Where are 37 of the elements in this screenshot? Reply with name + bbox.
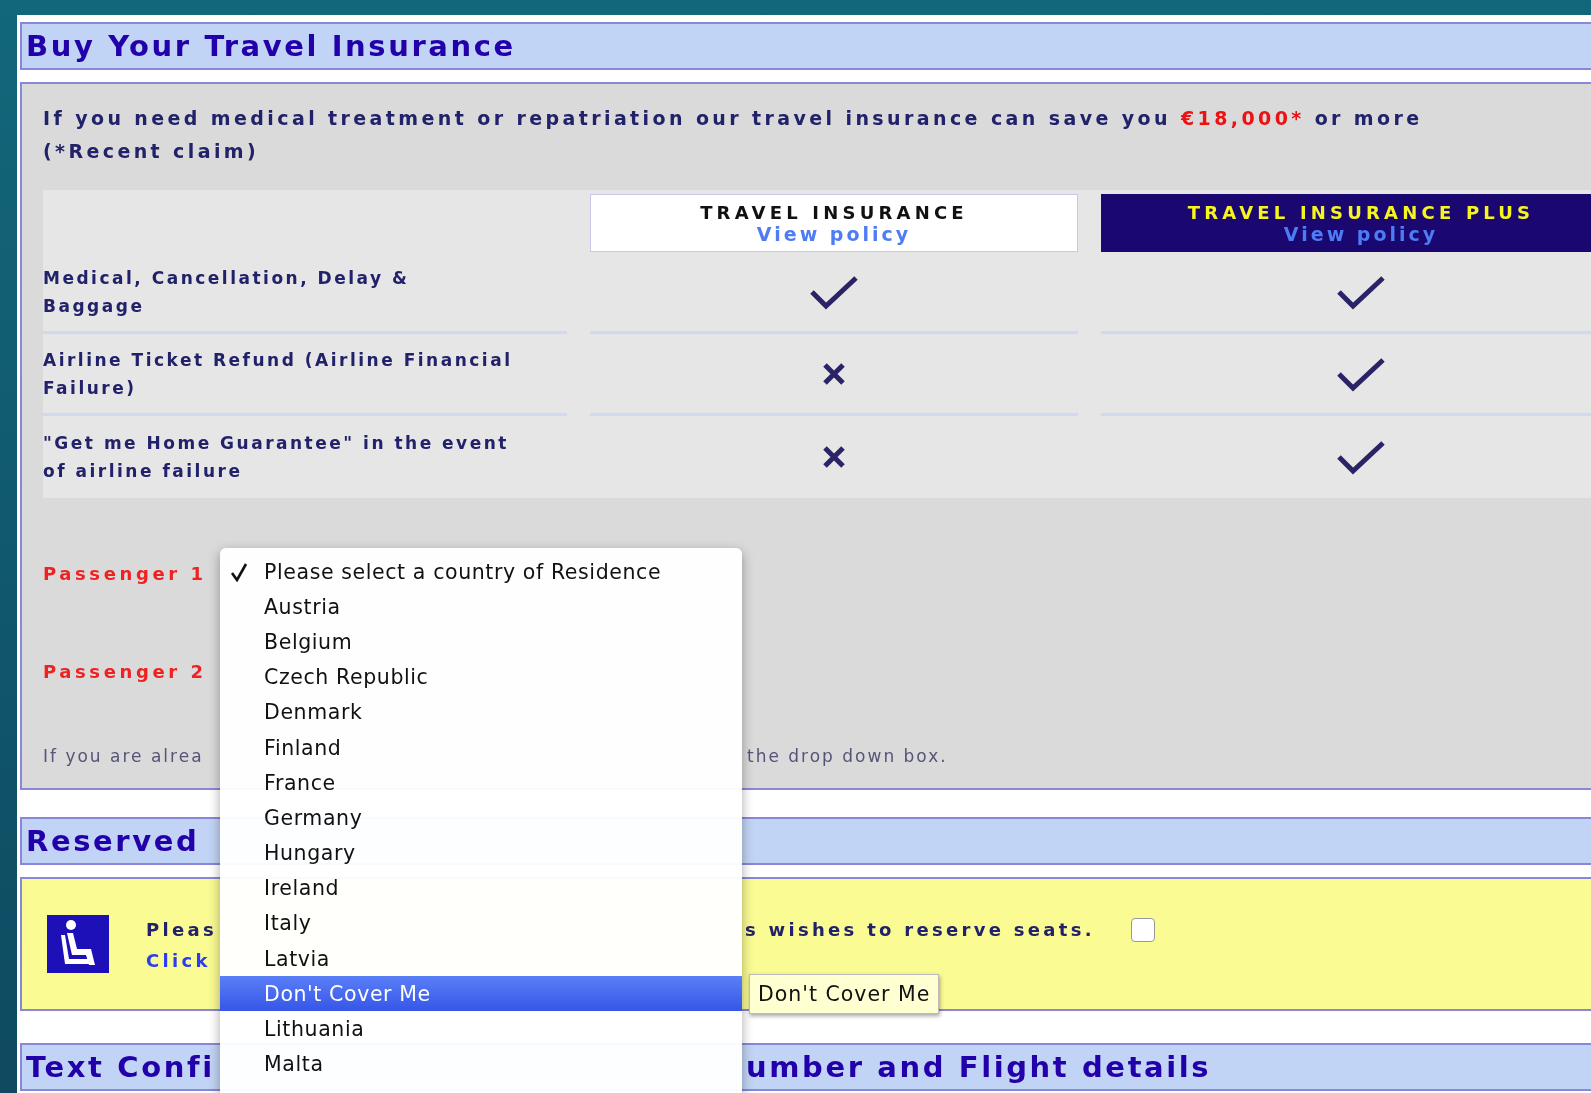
section-title: Text Confi <box>26 1050 215 1084</box>
dropdown-option[interactable]: Czech Republic <box>220 659 742 695</box>
section-title: umber and Flight details <box>746 1050 1212 1084</box>
dropdown-option[interactable]: Belgium <box>220 624 742 660</box>
dropdown-option[interactable]: Malta <box>220 1046 742 1082</box>
seat-text: s wishes to reserve seats. <box>745 919 1095 940</box>
info-link[interactable]: Click <box>146 949 211 971</box>
dropdown-option[interactable]: Ireland <box>220 870 742 906</box>
feature-label: "Get me Home Guarantee" in the event of airline failure <box>43 432 510 483</box>
dropdown-option[interactable]: Latvia <box>220 941 742 977</box>
dropdown-option[interactable]: Austria <box>220 589 742 625</box>
reserve-checkbox[interactable] <box>1130 917 1155 942</box>
section-title: Reserved <box>26 824 200 858</box>
feature-label: Medical, Cancellation, Delay & Baggage <box>43 266 411 318</box>
dropdown-option[interactable]: Don't Cover Me <box>220 976 742 1012</box>
view-policy-link[interactable]: View policy <box>1283 222 1439 245</box>
seat-icon <box>47 915 109 973</box>
plan-name: TRAVEL INSURANCE PLUS <box>1187 201 1535 223</box>
plan-name: TRAVEL INSURANCE <box>700 201 968 223</box>
dropdown-option[interactable]: Germany <box>220 800 742 836</box>
dropdown-option[interactable]: France <box>220 765 742 801</box>
tooltip: Don't Cover Me <box>749 974 940 1014</box>
dropdown-option[interactable]: Please select a country of Residence <box>220 554 742 590</box>
dropdown-option[interactable]: Lithuania <box>220 1011 742 1047</box>
dropdown-option[interactable]: Hungary <box>220 835 742 871</box>
passenger-label: Passenger 1 <box>43 562 207 584</box>
intro-text: If you need medical treatment or repatriation our travel insurance can save you €18,000* or more (*Recent claim) <box>43 106 1424 164</box>
feature-label: Airline Ticket Refund (Airline Financial Failure) <box>43 348 513 400</box>
dropdown-option[interactable]: Finland <box>220 729 742 766</box>
seat-text: Pleas <box>146 919 217 940</box>
passenger-label: Passenger 2 <box>43 660 207 682</box>
section-title: Buy Your Travel Insurance <box>26 29 516 63</box>
note-text: If you are alrea <box>43 746 204 766</box>
note-text: the drop down box. <box>747 746 948 766</box>
dropdown-option[interactable]: Italy <box>220 905 742 942</box>
dropdown-option[interactable]: Denmark <box>220 694 742 730</box>
view-policy-link[interactable]: View policy <box>756 222 912 245</box>
